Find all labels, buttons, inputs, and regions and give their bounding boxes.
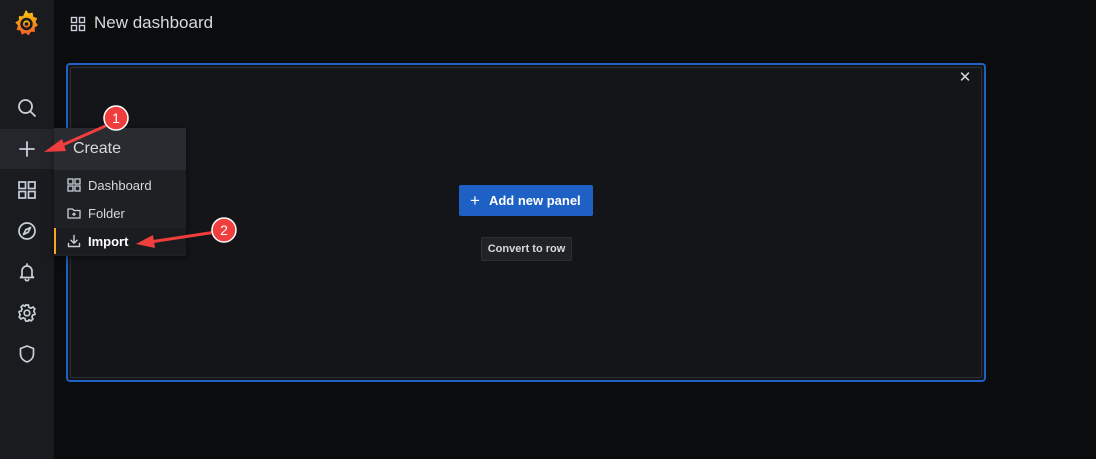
menu-item-import[interactable]: Import [54, 228, 186, 254]
new-panel-placeholder: ✕ + Add new panel Convert to row [66, 63, 986, 382]
add-new-panel-label: Add new panel [488, 193, 581, 208]
shield-icon[interactable] [0, 334, 54, 374]
create-menu-title: Create [73, 140, 122, 157]
create-menu-header[interactable]: Create [54, 128, 186, 170]
menu-item-label: Dashboard [88, 177, 152, 193]
folder-plus-icon [67, 208, 81, 219]
menu-item-label: Folder [88, 205, 125, 221]
import-icon [67, 234, 81, 248]
panel-inner-border [70, 67, 982, 378]
convert-to-row-button[interactable]: Convert to row [481, 237, 572, 261]
convert-to-row-label: Convert to row [487, 243, 566, 255]
dashboard-grid-icon [70, 16, 86, 32]
menu-item-label: Import [88, 233, 129, 249]
dashboards-grid-icon[interactable] [0, 170, 54, 210]
menu-item-dashboard[interactable]: Dashboard [54, 172, 186, 198]
create-menu: Create Dashboard Folder Import [54, 128, 186, 256]
search-icon[interactable] [0, 88, 54, 128]
page-title[interactable]: New dashboard [94, 13, 213, 33]
side-menu [0, 0, 54, 459]
compass-icon[interactable] [0, 211, 54, 251]
add-new-panel-button[interactable]: + Add new panel [459, 185, 593, 216]
close-icon[interactable]: ✕ [958, 70, 972, 85]
menu-item-folder[interactable]: Folder [54, 200, 186, 226]
bell-icon[interactable] [0, 252, 54, 292]
dashboard-grid-icon [67, 178, 81, 192]
plus-icon: + [470, 191, 480, 210]
gear-icon[interactable] [0, 293, 54, 333]
plus-icon[interactable] [0, 129, 54, 169]
top-bar: New dashboard [54, 0, 1096, 48]
grafana-logo-icon[interactable] [9, 7, 43, 41]
